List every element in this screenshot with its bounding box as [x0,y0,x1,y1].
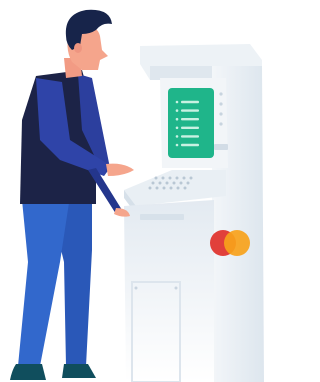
screen-row-bullet [175,100,179,104]
person-ear [74,43,82,53]
screen-row-line [181,100,199,104]
keypad-key[interactable] [186,181,190,185]
atm-machine [124,44,264,382]
keypad-key[interactable] [176,186,180,190]
person-shoe-left [10,364,46,380]
person-hand-upper [106,163,134,176]
screen-row-line [181,135,199,138]
person-shoe-right [62,364,96,378]
keypad-key[interactable] [165,181,169,185]
keypad-key[interactable] [172,181,176,185]
screen-row-line [181,109,199,112]
mastercard-logo [210,230,250,256]
screen-row-line [181,126,199,129]
atm-illustration [10,9,264,382]
card-logo-orange-circle [224,230,250,256]
person-figure [10,9,134,380]
screen-row-bullet [175,126,179,130]
keypad-key[interactable] [158,181,162,185]
screen-row-line [181,143,199,147]
keypad-key[interactable] [168,176,172,180]
keypad-key[interactable] [189,176,193,180]
keypad-key[interactable] [183,186,187,190]
keypad-key[interactable] [175,176,179,180]
keypad-key[interactable] [182,176,186,180]
card-slot[interactable] [214,144,228,150]
keypad-key[interactable] [169,186,173,190]
keypad-key[interactable] [179,181,183,185]
screen-row-bullet [175,117,179,121]
atm-lower-body [124,200,214,382]
keypad-key[interactable] [162,186,166,190]
keypad-key[interactable] [154,176,158,180]
keypad-key[interactable] [148,186,152,190]
screen-row-bullet [175,135,179,138]
keypad-key[interactable] [151,181,155,185]
screen-row-bullet [175,143,179,147]
keypad-key[interactable] [161,176,165,180]
screen-row-bullet [175,109,179,112]
person-leg-front [18,196,70,366]
screen-row-line [181,118,199,121]
cash-dispenser[interactable] [140,214,184,220]
atm-screen [168,88,214,158]
keypad-key[interactable] [155,186,159,190]
